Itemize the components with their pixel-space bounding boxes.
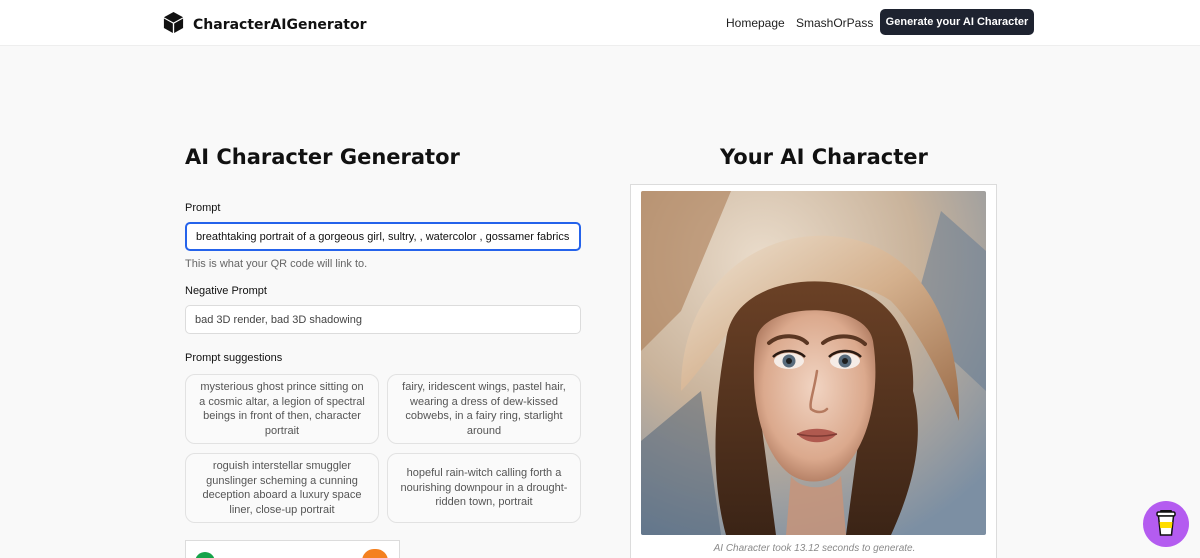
nav-link-smashorpass[interactable]: SmashOrPass bbox=[796, 16, 873, 30]
suggestion-card[interactable]: hopeful rain-witch calling forth a nouri… bbox=[387, 453, 581, 523]
nav-link-homepage[interactable]: Homepage bbox=[726, 16, 785, 30]
prompt-input[interactable] bbox=[185, 222, 581, 251]
suggestion-card[interactable]: fairy, iridescent wings, pastel hair, we… bbox=[387, 374, 581, 444]
green-logo-icon bbox=[195, 552, 215, 558]
suggestion-card[interactable]: mysterious ghost prince sitting on a cos… bbox=[185, 374, 379, 444]
brand-name: CharacterAIGenerator bbox=[193, 17, 367, 33]
negative-prompt-input[interactable] bbox=[185, 305, 581, 334]
generation-time-caption: AI Character took 13.12 seconds to gener… bbox=[713, 543, 916, 554]
generated-character-image bbox=[641, 191, 986, 535]
generate-character-button[interactable]: Generate your AI Character bbox=[880, 9, 1034, 35]
brand-logo-link[interactable]: CharacterAIGenerator bbox=[162, 11, 367, 39]
cube-icon bbox=[162, 11, 185, 39]
prompt-suggestions-label: Prompt suggestions bbox=[185, 352, 283, 364]
result-title: Your AI Character bbox=[720, 145, 928, 169]
partner-badge[interactable] bbox=[185, 540, 400, 558]
result-card: AI Character took 13.12 seconds to gener… bbox=[630, 184, 997, 558]
prompt-helper-text: This is what your QR code will link to. bbox=[185, 258, 368, 270]
coffee-cup-icon bbox=[1154, 509, 1178, 540]
page-title: AI Character Generator bbox=[185, 145, 460, 169]
cloud-logo-icon bbox=[362, 549, 388, 558]
suggestion-card[interactable]: roguish interstellar smuggler gunslinger… bbox=[185, 453, 379, 523]
top-nav: CharacterAIGenerator Homepage SmashOrPas… bbox=[0, 0, 1200, 46]
prompt-label: Prompt bbox=[185, 202, 221, 214]
buy-coffee-button[interactable] bbox=[1143, 501, 1189, 547]
negative-prompt-label: Negative Prompt bbox=[185, 285, 267, 297]
